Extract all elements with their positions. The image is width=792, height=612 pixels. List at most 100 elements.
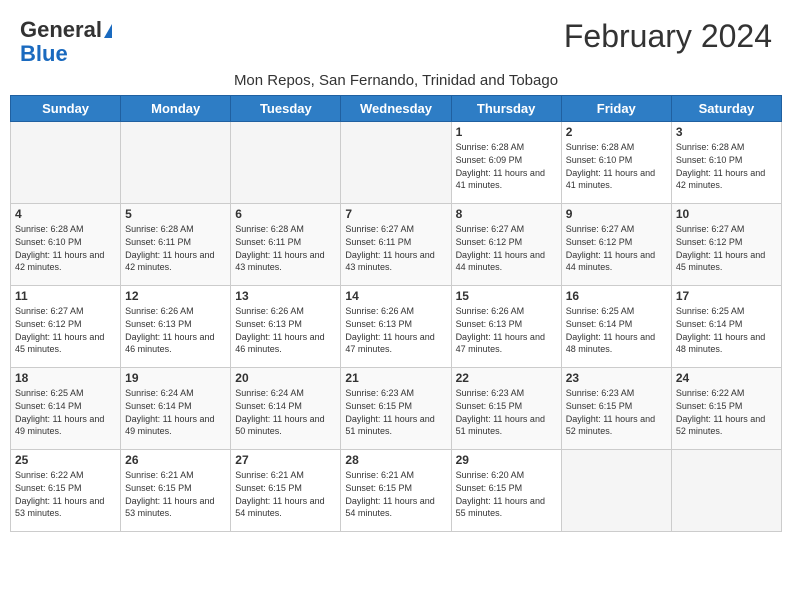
day-cell: 10 Sunrise: 6:27 AM Sunset: 6:12 PM Dayli… <box>671 204 781 286</box>
day-info: Sunrise: 6:21 AM Sunset: 6:15 PM Dayligh… <box>125 469 226 519</box>
subtitle: Mon Repos, San Fernando, Trinidad and To… <box>10 70 782 95</box>
day-cell: 25Sunrise: 6:22 AM Sunset: 6:15 PM Dayli… <box>11 450 121 532</box>
week-row-2: 4 Sunrise: 6:28 AM Sunset: 6:10 PM Daylig… <box>11 204 782 286</box>
logo-blue: Blue <box>20 41 68 66</box>
day-info: Sunrise: 6:26 AM Sunset: 6:13 PM Dayligh… <box>235 305 336 355</box>
day-cell: 6 Sunrise: 6:28 AM Sunset: 6:11 PM Daylig… <box>231 204 341 286</box>
day-info: Sunrise: 6:23 AM Sunset: 6:15 PM Dayligh… <box>345 387 446 437</box>
day-info: Sunrise: 6:27 AM Sunset: 6:12 PM Dayligh… <box>566 223 667 273</box>
day-info: Sunrise: 6:22 AM Sunset: 6:15 PM Dayligh… <box>676 387 777 437</box>
col-header-saturday: Saturday <box>671 96 781 122</box>
day-number: 21 <box>345 371 446 385</box>
day-number: 4 <box>15 207 116 221</box>
day-info: Sunrise: 6:21 AM Sunset: 6:15 PM Dayligh… <box>235 469 336 519</box>
day-number: 10 <box>676 207 777 221</box>
header: General Blue February 2024 <box>10 10 782 70</box>
day-info: Sunrise: 6:27 AM Sunset: 6:11 PM Dayligh… <box>345 223 446 273</box>
day-number: 11 <box>15 289 116 303</box>
day-cell <box>341 122 451 204</box>
day-number: 7 <box>345 207 446 221</box>
day-cell: 3 Sunrise: 6:28 AM Sunset: 6:10 PM Daylig… <box>671 122 781 204</box>
day-number: 16 <box>566 289 667 303</box>
day-info: Sunrise: 6:23 AM Sunset: 6:15 PM Dayligh… <box>566 387 667 437</box>
logo-icon <box>104 24 112 38</box>
day-cell: 4 Sunrise: 6:28 AM Sunset: 6:10 PM Daylig… <box>11 204 121 286</box>
day-cell <box>231 122 341 204</box>
day-number: 29 <box>456 453 557 467</box>
day-info: Sunrise: 6:26 AM Sunset: 6:13 PM Dayligh… <box>456 305 557 355</box>
day-info: Sunrise: 6:28 AM Sunset: 6:09 PM Dayligh… <box>456 141 557 191</box>
day-cell <box>11 122 121 204</box>
calendar: SundayMondayTuesdayWednesdayThursdayFrid… <box>10 95 782 532</box>
day-number: 26 <box>125 453 226 467</box>
day-cell: 29 Sunrise: 6:20 AM Sunset: 6:15 PM Dayli… <box>451 450 561 532</box>
day-number: 25 <box>15 453 116 467</box>
day-number: 5 <box>125 207 226 221</box>
col-header-monday: Monday <box>121 96 231 122</box>
day-cell: 19 Sunrise: 6:24 AM Sunset: 6:14 PM Dayli… <box>121 368 231 450</box>
day-cell: 11 Sunrise: 6:27 AM Sunset: 6:12 PM Dayli… <box>11 286 121 368</box>
day-number: 23 <box>566 371 667 385</box>
day-number: 1 <box>456 125 557 139</box>
day-number: 2 <box>566 125 667 139</box>
week-row-1: 1 Sunrise: 6:28 AM Sunset: 6:09 PM Daylig… <box>11 122 782 204</box>
day-cell <box>671 450 781 532</box>
day-cell: 13 Sunrise: 6:26 AM Sunset: 6:13 PM Dayli… <box>231 286 341 368</box>
day-cell: 27 Sunrise: 6:21 AM Sunset: 6:15 PM Dayli… <box>231 450 341 532</box>
month-title: February 2024 <box>564 18 772 55</box>
day-info: Sunrise: 6:25 AM Sunset: 6:14 PM Dayligh… <box>676 305 777 355</box>
day-cell: 15 Sunrise: 6:26 AM Sunset: 6:13 PM Dayli… <box>451 286 561 368</box>
day-number: 17 <box>676 289 777 303</box>
day-info: Sunrise: 6:28 AM Sunset: 6:10 PM Dayligh… <box>566 141 667 191</box>
day-number: 24 <box>676 371 777 385</box>
col-header-sunday: Sunday <box>11 96 121 122</box>
day-cell: 17 Sunrise: 6:25 AM Sunset: 6:14 PM Dayli… <box>671 286 781 368</box>
day-number: 12 <box>125 289 226 303</box>
day-info: Sunrise: 6:28 AM Sunset: 6:10 PM Dayligh… <box>676 141 777 191</box>
day-info: Sunrise: 6:21 AM Sunset: 6:15 PM Dayligh… <box>345 469 446 519</box>
day-cell: 26 Sunrise: 6:21 AM Sunset: 6:15 PM Dayli… <box>121 450 231 532</box>
day-cell: 18 Sunrise: 6:25 AM Sunset: 6:14 PM Dayli… <box>11 368 121 450</box>
day-cell <box>121 122 231 204</box>
day-cell <box>561 450 671 532</box>
day-info: Sunrise: 6:24 AM Sunset: 6:14 PM Dayligh… <box>125 387 226 437</box>
day-number: 20 <box>235 371 336 385</box>
day-cell: 21 Sunrise: 6:23 AM Sunset: 6:15 PM Dayli… <box>341 368 451 450</box>
day-info: Sunrise: 6:27 AM Sunset: 6:12 PM Dayligh… <box>456 223 557 273</box>
day-cell: 20 Sunrise: 6:24 AM Sunset: 6:14 PM Dayli… <box>231 368 341 450</box>
day-number: 9 <box>566 207 667 221</box>
day-info: Sunrise: 6:28 AM Sunset: 6:10 PM Dayligh… <box>15 223 116 273</box>
day-number: 13 <box>235 289 336 303</box>
day-cell: 2 Sunrise: 6:28 AM Sunset: 6:10 PM Daylig… <box>561 122 671 204</box>
day-info: Sunrise: 6:25 AM Sunset: 6:14 PM Dayligh… <box>15 387 116 437</box>
day-info: Sunrise: 6:24 AM Sunset: 6:14 PM Dayligh… <box>235 387 336 437</box>
day-info: Sunrise: 6:28 AM Sunset: 6:11 PM Dayligh… <box>125 223 226 273</box>
day-number: 19 <box>125 371 226 385</box>
col-header-wednesday: Wednesday <box>341 96 451 122</box>
day-number: 3 <box>676 125 777 139</box>
day-info: Sunrise: 6:27 AM Sunset: 6:12 PM Dayligh… <box>15 305 116 355</box>
day-number: 22 <box>456 371 557 385</box>
day-number: 27 <box>235 453 336 467</box>
day-number: 28 <box>345 453 446 467</box>
day-info: Sunrise: 6:26 AM Sunset: 6:13 PM Dayligh… <box>125 305 226 355</box>
day-info: Sunrise: 6:28 AM Sunset: 6:11 PM Dayligh… <box>235 223 336 273</box>
day-cell: 12 Sunrise: 6:26 AM Sunset: 6:13 PM Dayli… <box>121 286 231 368</box>
day-info: Sunrise: 6:27 AM Sunset: 6:12 PM Dayligh… <box>676 223 777 273</box>
day-number: 6 <box>235 207 336 221</box>
day-cell: 5 Sunrise: 6:28 AM Sunset: 6:11 PM Daylig… <box>121 204 231 286</box>
day-info: Sunrise: 6:20 AM Sunset: 6:15 PM Dayligh… <box>456 469 557 519</box>
header-row: SundayMondayTuesdayWednesdayThursdayFrid… <box>11 96 782 122</box>
logo: General Blue <box>20 18 112 66</box>
col-header-thursday: Thursday <box>451 96 561 122</box>
day-info: Sunrise: 6:25 AM Sunset: 6:14 PM Dayligh… <box>566 305 667 355</box>
day-info: Sunrise: 6:23 AM Sunset: 6:15 PM Dayligh… <box>456 387 557 437</box>
day-number: 14 <box>345 289 446 303</box>
day-cell: 24 Sunrise: 6:22 AM Sunset: 6:15 PM Dayli… <box>671 368 781 450</box>
day-number: 18 <box>15 371 116 385</box>
day-cell: 16 Sunrise: 6:25 AM Sunset: 6:14 PM Dayli… <box>561 286 671 368</box>
day-cell: 8Sunrise: 6:27 AM Sunset: 6:12 PM Daylig… <box>451 204 561 286</box>
day-cell: 22 Sunrise: 6:23 AM Sunset: 6:15 PM Dayli… <box>451 368 561 450</box>
day-cell: 7 Sunrise: 6:27 AM Sunset: 6:11 PM Daylig… <box>341 204 451 286</box>
day-number: 15 <box>456 289 557 303</box>
